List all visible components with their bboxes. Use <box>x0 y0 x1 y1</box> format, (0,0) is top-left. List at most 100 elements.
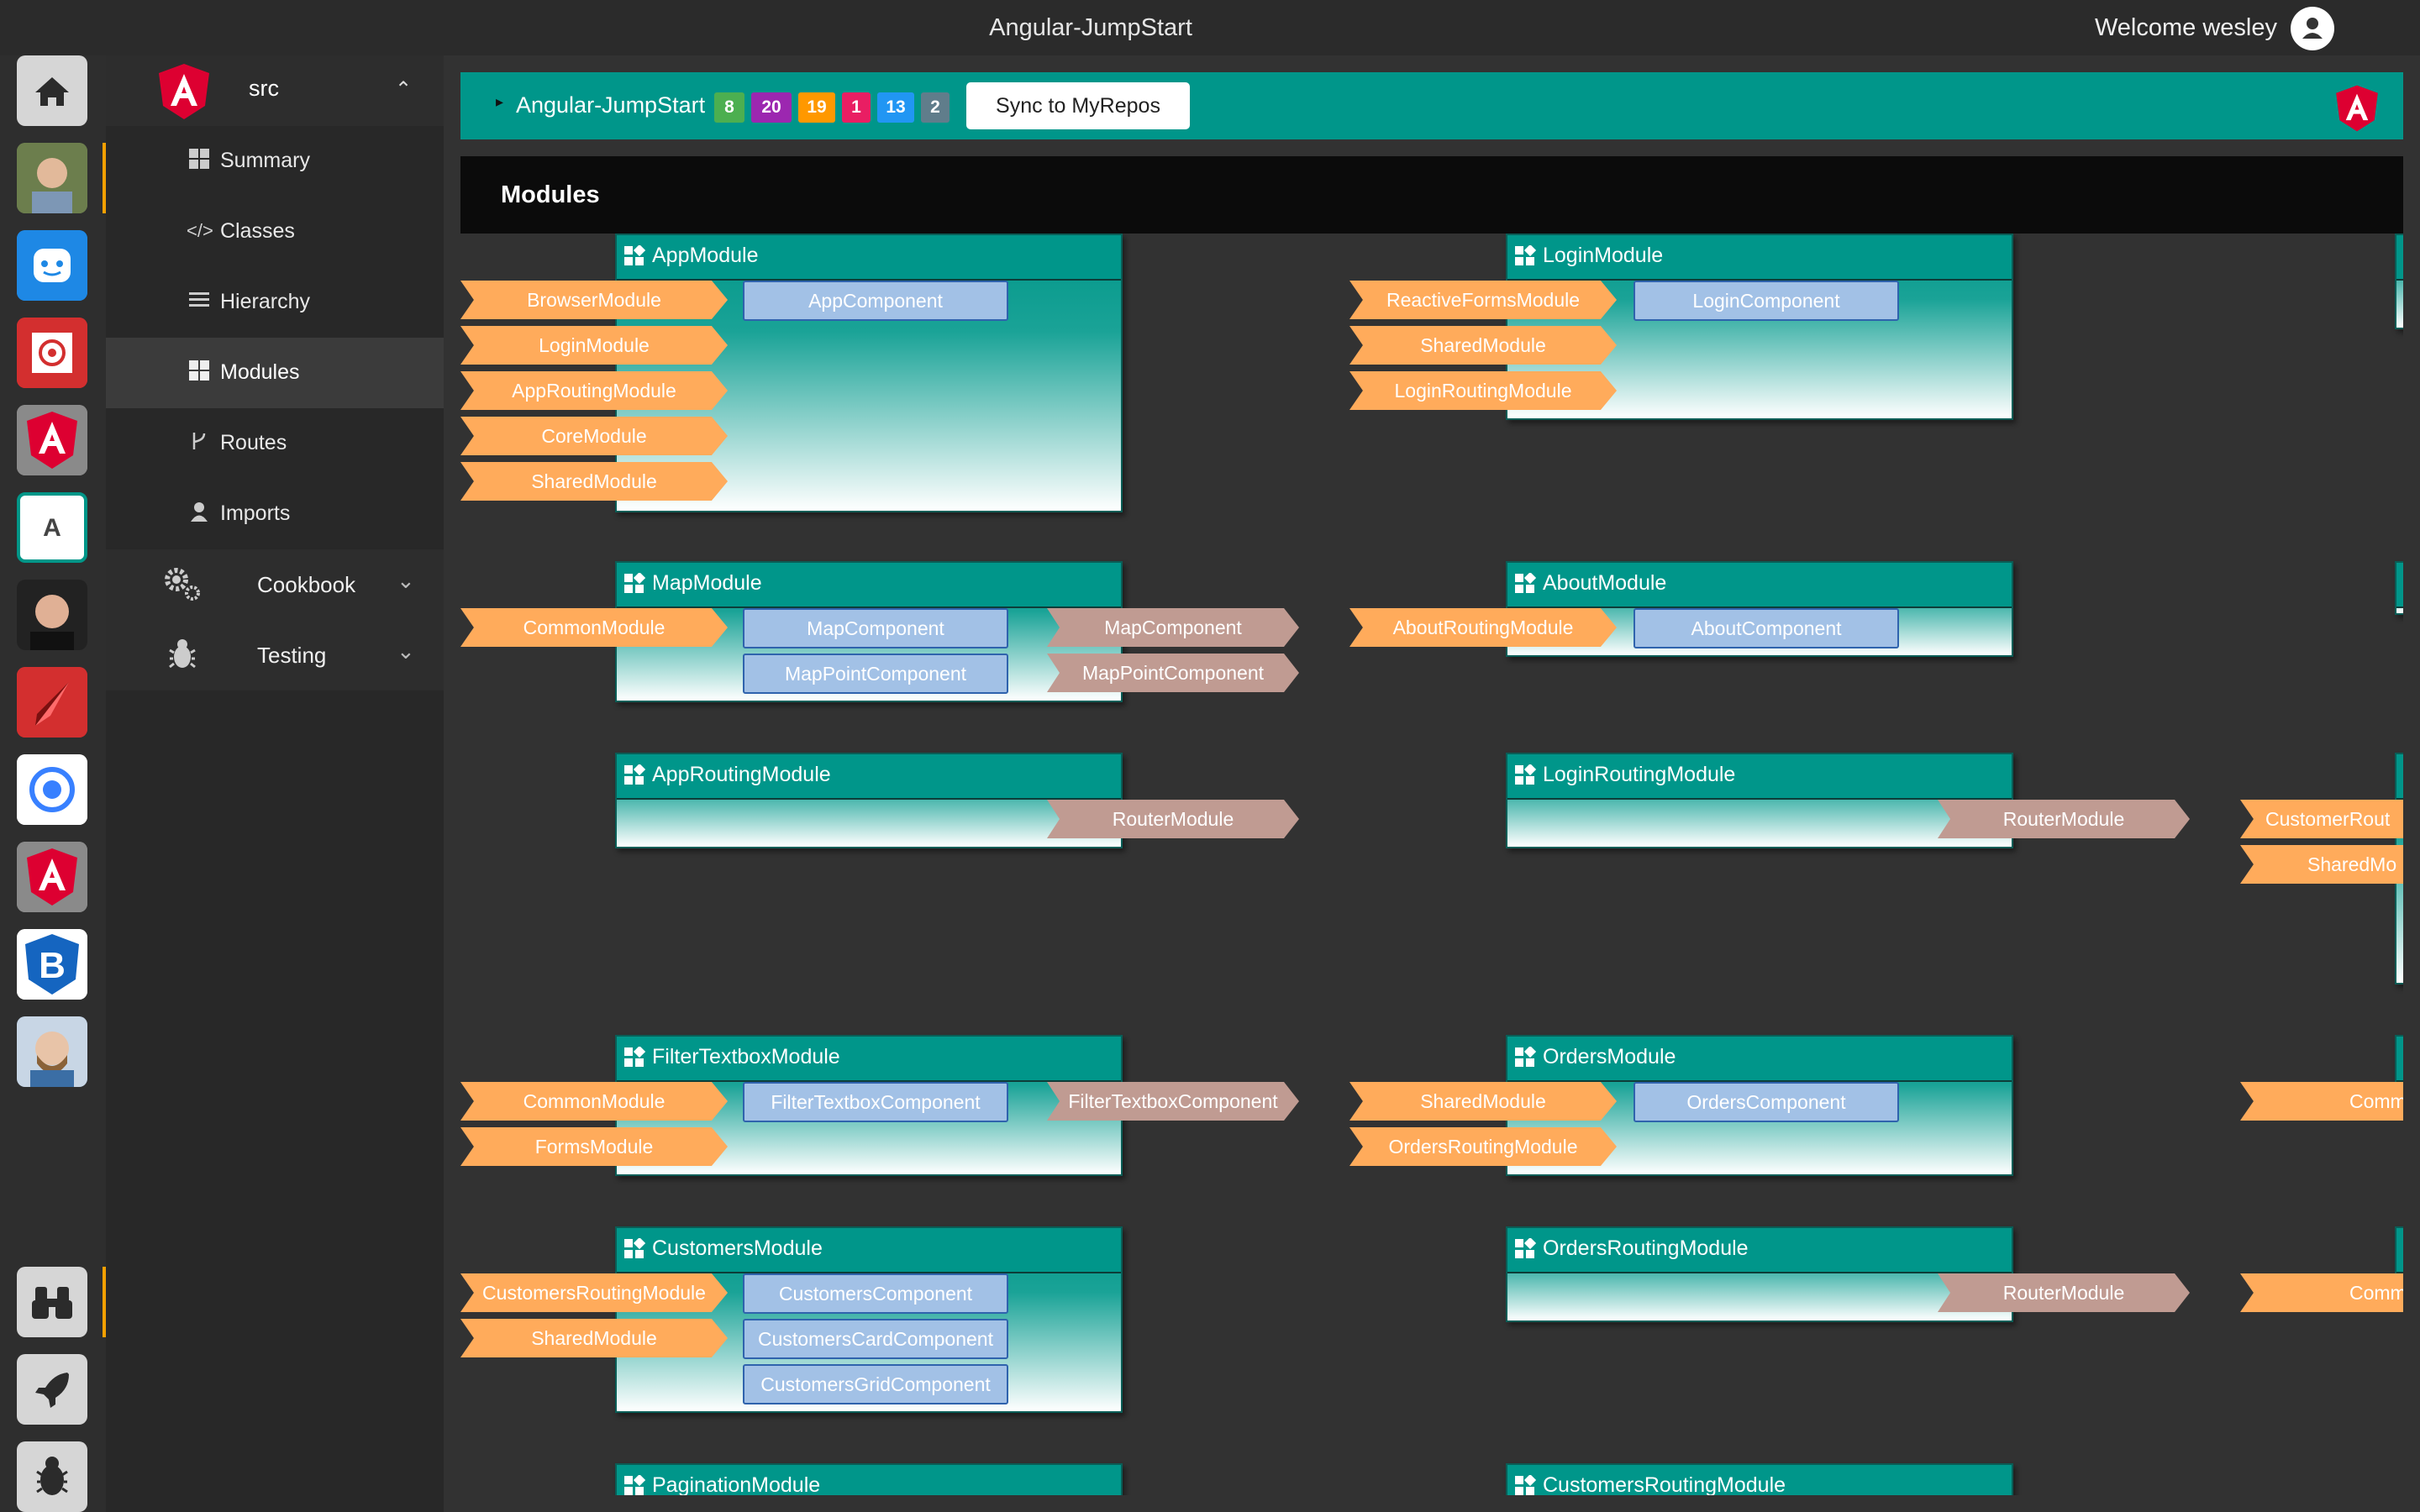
import-tag[interactable]: LoginModule <box>460 326 728 365</box>
declaration-tag[interactable]: CustomersComponent <box>743 1273 1008 1314</box>
bootstrap-app-icon[interactable]: B <box>17 929 87 1000</box>
export-tag[interactable]: MapComponent <box>1047 608 1299 647</box>
module-card[interactable]: LoginRoutingModule <box>1506 753 2013 848</box>
import-tag[interactable]: BrowserModule <box>460 281 728 319</box>
module-card[interactable]: OrdersRoutingModule <box>1506 1226 2013 1322</box>
declaration-tag[interactable]: LoginComponent <box>1634 281 1899 321</box>
chevron-down-icon[interactable]: ⌄ <box>397 638 415 664</box>
avatar-user-3[interactable] <box>17 1016 87 1087</box>
module-title: PaginationModule <box>652 1473 821 1495</box>
import-tag[interactable]: FormsModule <box>460 1127 728 1166</box>
import-tag[interactable]: CustomersRoutingModule <box>460 1273 728 1312</box>
chevron-down-icon[interactable]: ⌄ <box>397 568 415 594</box>
declaration-tag[interactable]: AboutComponent <box>1634 608 1899 648</box>
user-icon <box>2302 18 2323 39</box>
import-tag[interactable]: SharedModule <box>1349 326 1617 365</box>
sidebar-group-cookbook[interactable]: Cookbook ⌄ <box>106 549 444 620</box>
avatar-user-1[interactable] <box>17 143 87 213</box>
sidebar-item-summary[interactable]: Summary <box>106 126 444 197</box>
angular-app-icon[interactable] <box>17 405 87 475</box>
sidebar-item-label: Modules <box>220 360 300 384</box>
export-tag[interactable]: MapPointComponent <box>1047 654 1299 692</box>
import-tag[interactable]: SharedModule <box>460 1319 728 1357</box>
import-tag[interactable]: OrdersRoutingModule <box>1349 1127 1617 1166</box>
modules-canvas: AppModule BrowserModule LoginModule AppR… <box>460 234 2403 1495</box>
bug-icon <box>161 633 203 675</box>
home-icon[interactable] <box>17 55 87 126</box>
sidebar-item-hierarchy[interactable]: Hierarchy <box>106 267 444 338</box>
chevron-up-icon[interactable]: ⌃ <box>395 77 412 102</box>
module-card[interactable]: PaginationModule <box>615 1463 1123 1495</box>
declaration-tag[interactable]: OrdersComponent <box>1634 1082 1899 1122</box>
badge-blue: 13 <box>877 92 914 123</box>
module-title: AppModule <box>652 244 759 267</box>
title-bar: Angular-JumpStart Welcome wesley <box>0 0 2420 55</box>
angular-app-icon-2[interactable] <box>17 842 87 912</box>
import-tag[interactable]: AppRoutingModule <box>460 371 728 410</box>
a-app-icon[interactable]: A <box>17 492 87 563</box>
declaration-tag[interactable]: CustomersGridComponent <box>743 1364 1008 1404</box>
import-tag[interactable]: CommonModule <box>460 608 728 647</box>
sidebar-item-classes[interactable]: </> Classes <box>106 197 444 267</box>
declaration-tag[interactable]: FilterTextboxComponent <box>743 1082 1008 1122</box>
import-tag[interactable]: CommonM <box>2240 1273 2403 1312</box>
welcome-text: Welcome wesley <box>2094 14 2277 41</box>
module-card[interactable]: CustomersRoutingModule <box>1506 1463 2013 1495</box>
import-tag[interactable]: LoginRoutingModule <box>1349 371 1617 410</box>
sidebar-item-routes[interactable]: Routes <box>106 408 444 479</box>
import-tag[interactable]: SharedModule <box>1349 1082 1617 1121</box>
declaration-tag[interactable]: MapComponent <box>743 608 1008 648</box>
sidebar-item-label: Hierarchy <box>220 290 310 313</box>
export-tag[interactable]: RouterModule <box>1047 800 1299 838</box>
module-card-partial[interactable] <box>2395 234 2403 329</box>
export-tag[interactable]: FilterTextboxComponent <box>1047 1082 1299 1121</box>
declaration-tag[interactable]: CustomersCardComponent <box>743 1319 1008 1359</box>
branch-icon <box>187 430 212 455</box>
import-tag[interactable]: CommonM <box>2240 1082 2403 1121</box>
svg-text:A: A <box>43 514 61 542</box>
avatar-user-2[interactable] <box>17 580 87 650</box>
user-avatar[interactable] <box>2291 7 2334 50</box>
import-tag[interactable]: CustomerRout <box>2240 800 2403 838</box>
declaration-tag[interactable]: MapPointComponent <box>743 654 1008 694</box>
ionic-app-icon[interactable] <box>17 754 87 825</box>
export-tag[interactable]: RouterModule <box>1938 1273 2190 1312</box>
bug-icon[interactable] <box>17 1441 87 1512</box>
import-tag[interactable]: AboutRoutingModule <box>1349 608 1617 647</box>
module-card-partial[interactable] <box>2395 561 2403 615</box>
badge-purple: 20 <box>751 92 792 123</box>
import-tag[interactable]: SharedMo <box>2240 845 2403 884</box>
module-icon <box>624 764 645 785</box>
sync-button[interactable]: Sync to MyRepos <box>966 82 1190 129</box>
expand-triangle-icon[interactable]: ▸ <box>496 93 503 111</box>
project-header[interactable]: src ⌃ <box>106 55 444 126</box>
module-card-partial[interactable] <box>2395 1226 2403 1280</box>
sidebar-item-imports[interactable]: Imports <box>106 479 444 549</box>
module-icon <box>1515 245 1536 265</box>
rocket-icon[interactable] <box>17 1354 87 1425</box>
project-sidebar: src ⌃ Summary </> Classes Hierarchy Modu… <box>106 55 444 1512</box>
module-title: CustomersModule <box>652 1236 823 1260</box>
robot-app-icon[interactable] <box>17 230 87 301</box>
repo-name[interactable]: Angular-JumpStart <box>516 92 705 118</box>
declaration-tag[interactable]: AppComponent <box>743 281 1008 321</box>
sidebar-item-modules[interactable]: Modules <box>106 338 444 408</box>
mail-app-icon[interactable] <box>17 318 87 388</box>
import-tag[interactable]: CommonModule <box>460 1082 728 1121</box>
module-card[interactable]: AppRoutingModule <box>615 753 1123 848</box>
import-tag[interactable]: CoreModule <box>460 417 728 455</box>
module-title: FilterTextboxModule <box>652 1045 840 1068</box>
module-title: AboutModule <box>1543 571 1667 595</box>
angular-logo-icon <box>159 64 209 119</box>
module-title: MapModule <box>652 571 762 595</box>
export-tag[interactable]: RouterModule <box>1938 800 2190 838</box>
binoculars-icon[interactable] <box>17 1267 87 1337</box>
module-card-partial[interactable] <box>2395 1035 2403 1089</box>
import-tag[interactable]: ReactiveFormsModule <box>1349 281 1617 319</box>
import-tag[interactable]: SharedModule <box>460 462 728 501</box>
paper-plane-app-icon[interactable] <box>17 667 87 738</box>
sidebar-group-label: Cookbook <box>257 572 356 597</box>
module-title: OrdersModule <box>1543 1045 1676 1068</box>
sidebar-group-testing[interactable]: Testing ⌄ <box>106 620 444 690</box>
module-title: AppRoutingModule <box>652 763 831 786</box>
